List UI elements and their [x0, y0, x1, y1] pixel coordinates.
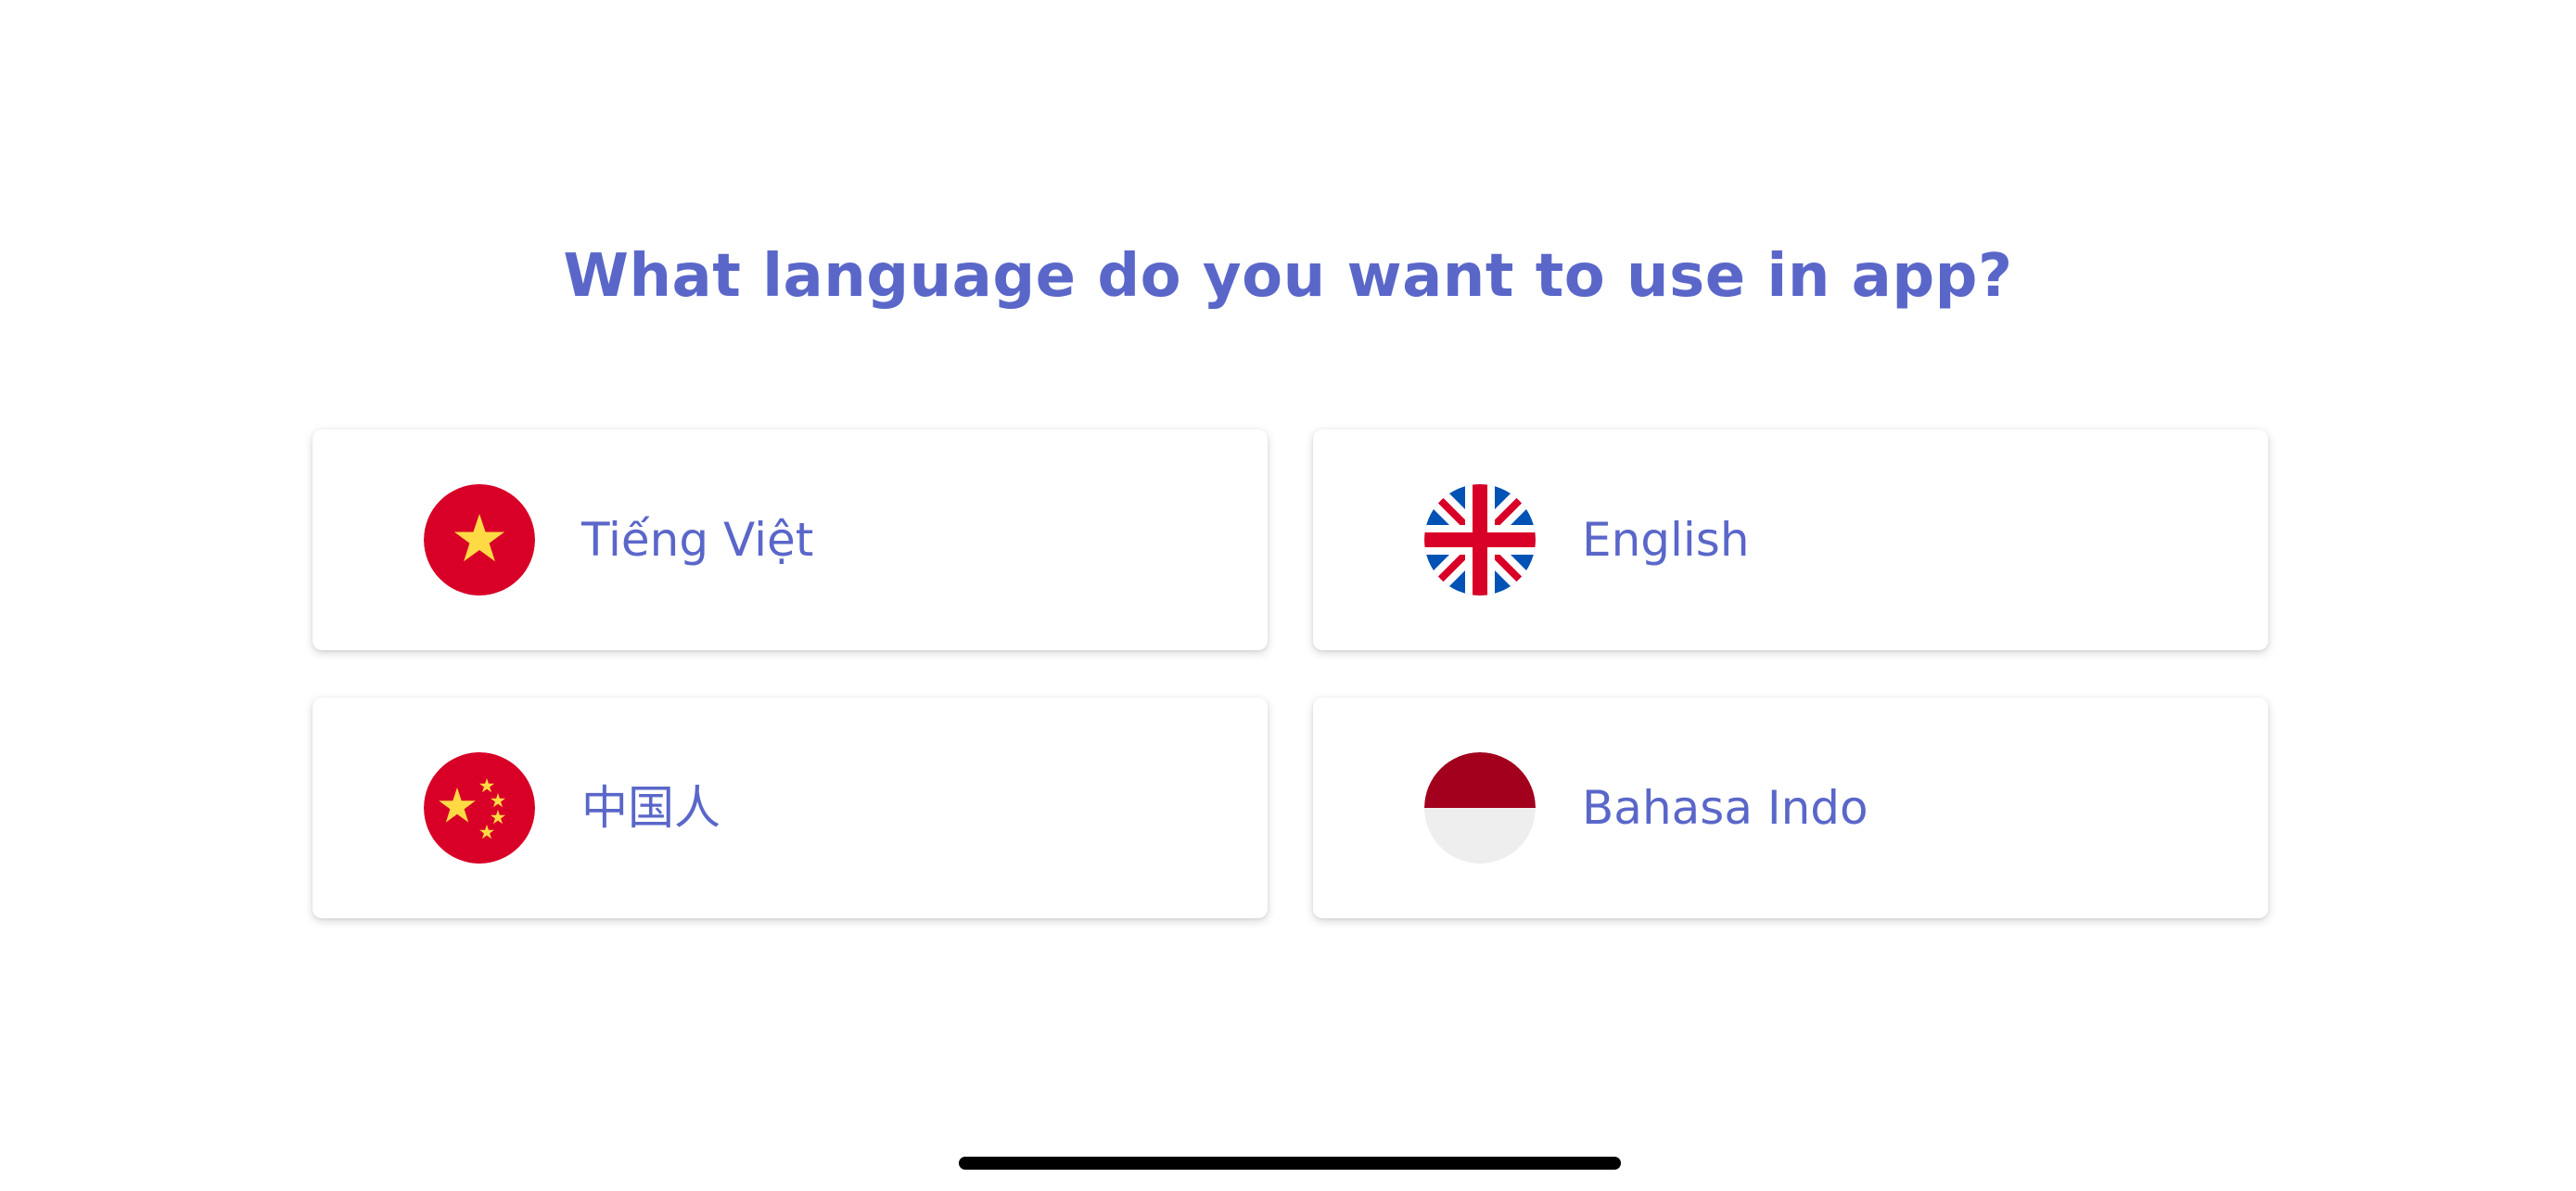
language-label: Bahasa Indo: [1582, 781, 1868, 835]
home-indicator[interactable]: [959, 1157, 1621, 1170]
language-label: Tiếng Việt: [581, 513, 814, 567]
language-label: English: [1582, 513, 1750, 567]
language-option-chinese[interactable]: 中国人: [312, 698, 1268, 918]
china-flag-icon: [424, 752, 535, 864]
vietnam-flag-icon: [424, 484, 535, 596]
page-title: What language do you want to use in app?: [563, 242, 2013, 311]
indonesia-flag-icon: [1424, 752, 1536, 864]
language-option-english[interactable]: English: [1313, 429, 2268, 650]
language-option-vietnamese[interactable]: Tiếng Việt: [312, 429, 1268, 650]
language-label: 中国人: [581, 781, 721, 835]
uk-flag-icon: [1424, 484, 1536, 596]
language-option-indonesian[interactable]: Bahasa Indo: [1313, 698, 2268, 918]
